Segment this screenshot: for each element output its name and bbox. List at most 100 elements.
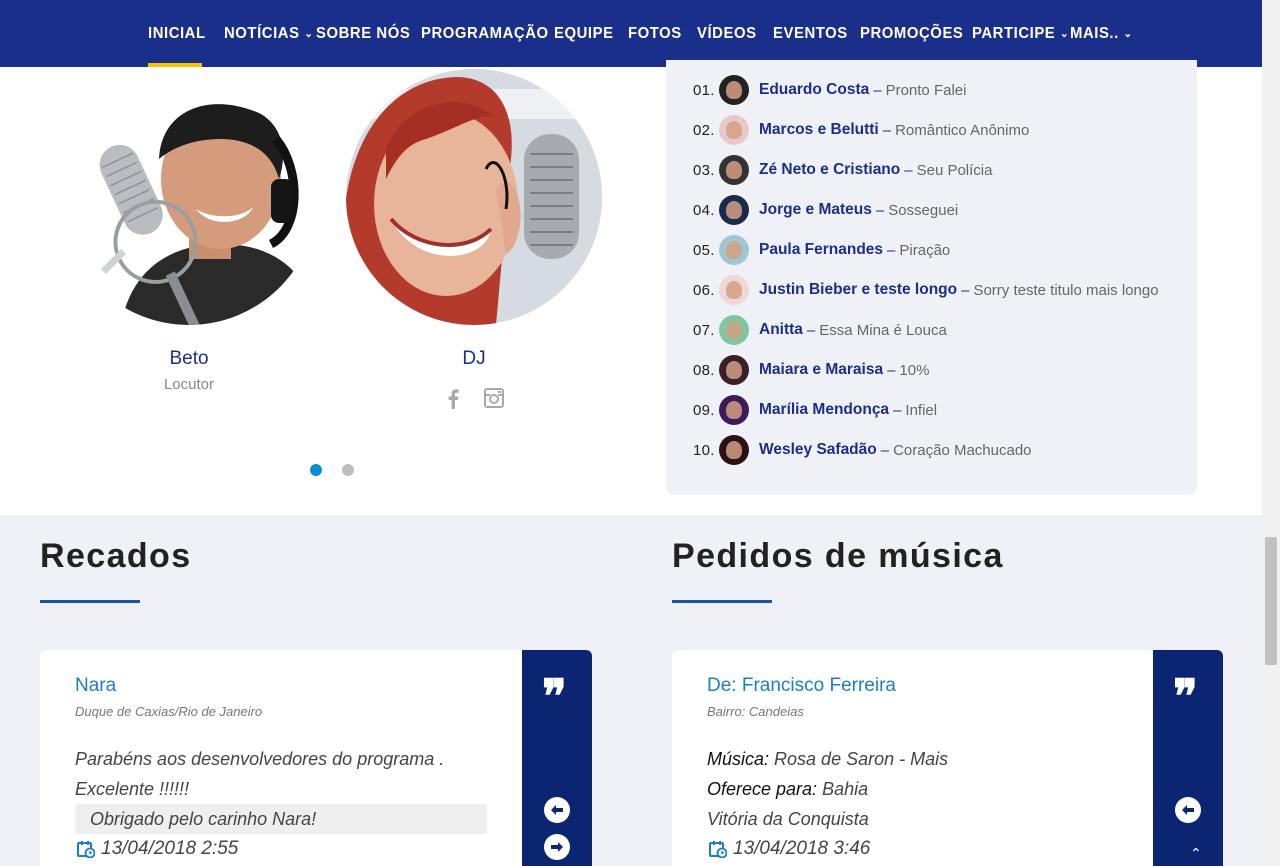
rank-song: Pronto Falei <box>885 81 967 99</box>
oferece-label: Oferece para: <box>707 779 818 799</box>
rank-song: Seu Polícia <box>916 161 993 179</box>
artist-thumbnail <box>719 395 749 425</box>
top10-item[interactable]: 01. Eduardo Costa – Pronto Falei <box>693 75 966 105</box>
top10-item[interactable]: 03. Zé Neto e Cristiano – Seu Polícia <box>693 155 992 185</box>
rank-song: Coração Machucado <box>893 441 1032 459</box>
arrow-left-icon <box>551 805 563 815</box>
carousel-dot-2[interactable] <box>342 464 354 476</box>
rank-song: 10% <box>899 361 930 379</box>
rank-separator: – <box>961 281 970 299</box>
rank-artist: Anitta <box>759 321 803 338</box>
rank-separator: – <box>873 81 882 99</box>
presenter-name-dj[interactable]: DJ <box>414 348 534 370</box>
scrollbar-track[interactable] <box>1262 0 1280 866</box>
rank-separator: – <box>875 201 885 219</box>
scrollbar-thumb[interactable] <box>1265 537 1277 665</box>
recado-reply: Obrigado pelo carinho Nara! <box>75 804 487 834</box>
presenter-role-beto: Locutor <box>163 376 215 393</box>
rank-separator: – <box>904 161 913 179</box>
rank-number: 04. <box>693 201 715 219</box>
nav-label: FOTOS <box>628 24 682 42</box>
top10-item[interactable]: 05. Paula Fernandes – Piração <box>693 235 950 265</box>
recados-title-underline <box>40 600 140 603</box>
pedidos-title-underline <box>672 600 772 603</box>
rank-artist: Maiara e Maraisa <box>759 361 884 378</box>
artist-thumbnail <box>719 275 749 305</box>
recado-message-line1: Parabéns aos desenvolvedores do programa… <box>75 749 445 769</box>
carousel-dot-1[interactable] <box>310 464 322 476</box>
nav-label: PARTICIPE <box>972 24 1056 42</box>
nav-label: SOBRE NÓS <box>316 24 411 42</box>
nav-item-fotos[interactable]: FOTOS <box>628 0 682 67</box>
artist-thumbnail <box>719 355 749 385</box>
nav-label: MAIS.. <box>1070 24 1119 42</box>
rank-song: Sosseguei <box>888 201 959 219</box>
nav-item-promocoes[interactable]: PROMOÇÕES <box>860 0 963 67</box>
artist-thumbnail <box>719 195 749 225</box>
rank-artist: Marcos e Belutti <box>759 121 879 138</box>
prev-pedido-button[interactable] <box>1175 797 1201 823</box>
rank-song: Piração <box>899 241 951 259</box>
rank-number: 06. <box>693 281 715 299</box>
oferece-value: Bahia <box>822 779 869 799</box>
pedido-musica: Música: Rosa de Saron - Mais <box>707 749 948 770</box>
pedido-oferece: Oferece para: Bahia <box>707 779 868 800</box>
nav-item-eventos[interactable]: EVENTOS <box>773 0 848 67</box>
facebook-icon[interactable] <box>447 389 459 413</box>
presenter-photo-dj[interactable] <box>346 69 602 325</box>
recado-date-text: 13/04/2018 2:55 <box>101 838 239 859</box>
calendar-clock-icon <box>709 841 727 858</box>
top10-item[interactable]: 10. Wesley Safadão – Coração Machucado <box>693 435 1032 465</box>
nav-item-noticias[interactable]: NOTÍCIAS ⌄ <box>224 0 313 67</box>
rank-separator: – <box>806 321 816 339</box>
presenter-photo-beto[interactable] <box>61 69 317 325</box>
rank-artist: Marília Mendonça <box>759 401 890 418</box>
presenter-name-beto[interactable]: Beto <box>129 348 249 370</box>
rank-separator: – <box>887 241 896 259</box>
nav-item-inicial[interactable]: INICIAL <box>148 0 206 67</box>
nav-item-participe[interactable]: PARTICIPE ⌄ <box>972 0 1069 67</box>
rank-artist: Justin Bieber e teste longo <box>759 281 958 298</box>
quote-icon: ❞ <box>542 671 567 722</box>
rank-number: 07. <box>693 321 715 339</box>
rank-artist: Jorge e Mateus <box>759 201 872 218</box>
nav-label: EQUIPE <box>554 24 614 42</box>
pedido-date-text: 13/04/2018 3:46 <box>733 838 871 859</box>
calendar-clock-icon <box>77 841 95 858</box>
rank-number: 08. <box>693 361 715 379</box>
main-nav: INICIAL NOTÍCIAS ⌄ SOBRE NÓS PROGRAMAÇÃO … <box>0 0 1262 67</box>
chevron-down-icon: ⌄ <box>1059 28 1070 40</box>
recado-message-line2: Excelente !!!!!! <box>75 779 190 799</box>
recado-author: Nara <box>75 675 117 696</box>
recados-title: Recados <box>40 537 192 575</box>
rank-number: 05. <box>693 241 715 259</box>
artist-thumbnail <box>719 315 749 345</box>
top10-item[interactable]: 09. Marília Mendonça – Infiel <box>693 395 937 425</box>
nav-item-videos[interactable]: VÍDEOS <box>697 0 757 67</box>
nav-item-programacao[interactable]: PROGRAMAÇÃO <box>421 0 549 67</box>
top10-item[interactable]: 06. Justin Bieber e teste longo – Sorry tes… <box>693 275 1159 305</box>
rank-number: 02. <box>693 121 715 139</box>
nav-item-sobre-nos[interactable]: SOBRE NÓS <box>316 0 410 67</box>
top10-item[interactable]: 08. Maiara e Maraisa –10% <box>693 355 929 385</box>
nav-item-mais[interactable]: MAIS.. ⌄ <box>1070 0 1133 67</box>
pedido-bairro: Bairro: Candeias <box>707 704 804 719</box>
rank-number: 10. <box>693 441 715 459</box>
instagram-icon[interactable] <box>484 388 504 412</box>
prev-recado-button[interactable] <box>544 797 570 823</box>
rank-song: Romântico Anônimo <box>895 121 1030 139</box>
next-recado-button[interactable] <box>544 834 570 860</box>
nav-label: EVENTOS <box>773 24 848 42</box>
top10-item[interactable]: 04. Jorge e Mateus – Sosseguei <box>693 195 958 225</box>
rank-separator: – <box>887 361 896 379</box>
artist-thumbnail <box>719 235 749 265</box>
nav-item-equipe[interactable]: EQUIPE <box>554 0 614 67</box>
top10-item[interactable]: 07. Anitta – Essa Mina é Louca <box>693 315 947 345</box>
rank-number: 09. <box>693 401 715 419</box>
pedidos-title: Pedidos de música <box>672 537 1004 575</box>
nav-label: INICIAL <box>148 24 206 42</box>
top10-item[interactable]: 02. Marcos e Belutti – Romântico Anônimo <box>693 115 1029 145</box>
nav-label: VÍDEOS <box>697 24 757 42</box>
chevron-up-icon[interactable]: ⌃ <box>1190 846 1202 862</box>
rank-artist: Eduardo Costa <box>759 81 870 98</box>
